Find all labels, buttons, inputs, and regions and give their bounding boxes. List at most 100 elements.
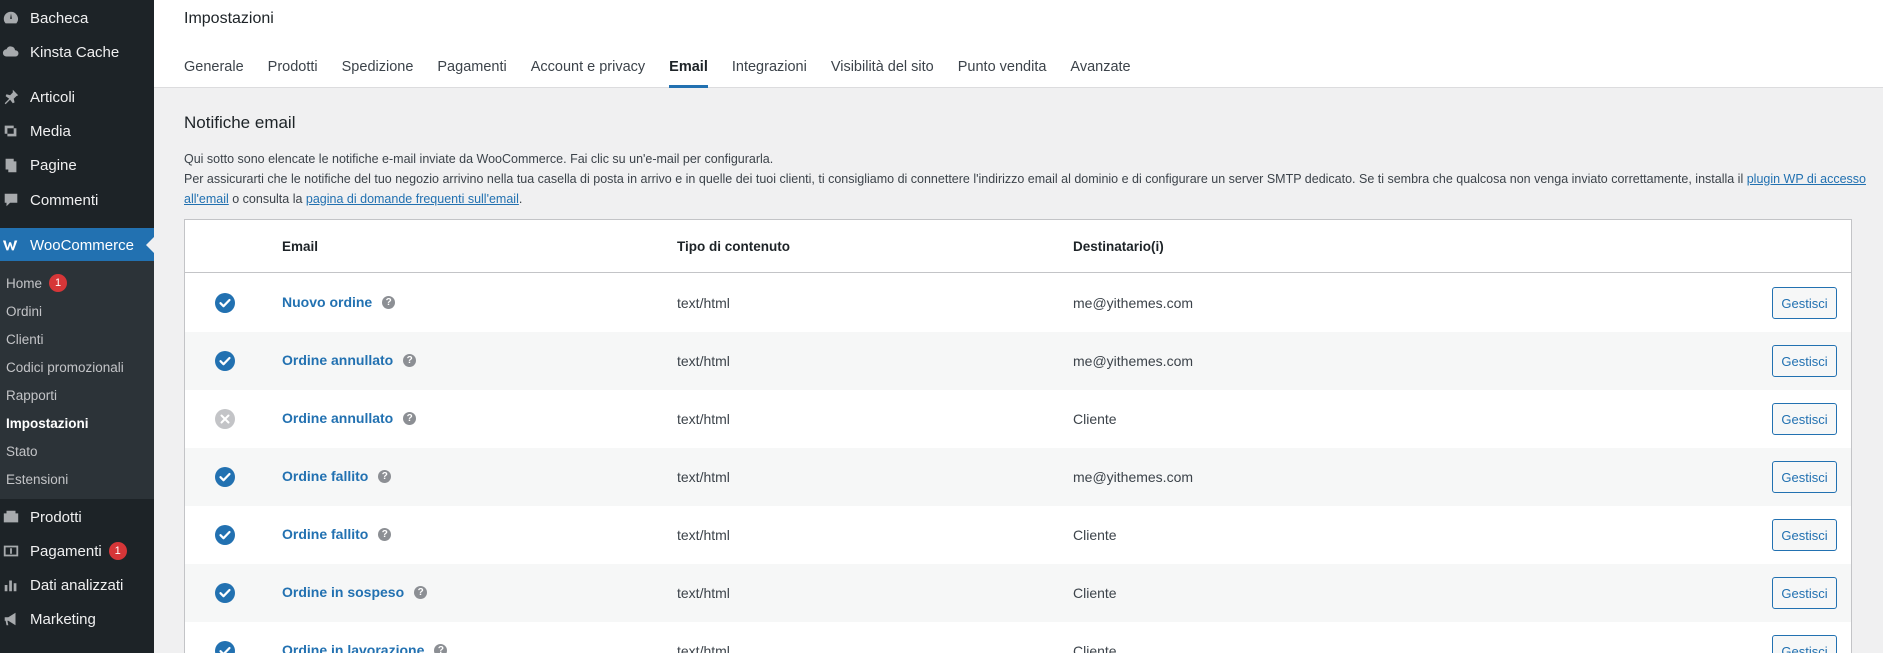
disabled-x-icon [215, 409, 235, 429]
manage-button[interactable]: Gestisci [1772, 519, 1837, 551]
admin-sidebar: Bacheca Kinsta Cache Articoli Media Pagi… [0, 0, 154, 653]
sidebar-item-commenti[interactable]: Commenti [0, 183, 154, 217]
description-text: . [518, 192, 523, 206]
content-type-cell: text/html [677, 353, 730, 369]
manage-button[interactable]: Gestisci [1772, 635, 1837, 653]
manage-button[interactable]: Gestisci [1772, 577, 1837, 609]
section-title: Notifiche email [184, 113, 296, 132]
content-type-cell: text/html [677, 585, 730, 601]
media-icon [0, 122, 30, 140]
email-faq-link[interactable]: pagina di domande frequenti sull'email [306, 192, 519, 206]
email-name-link[interactable]: Ordine annullato? [282, 352, 417, 368]
sidebar-item-articoli[interactable]: Articoli [0, 80, 154, 114]
payments-icon [0, 542, 30, 560]
help-icon[interactable]: ? [434, 643, 448, 653]
column-header-type: Tipo di contenuto [677, 239, 790, 254]
content-type-cell: text/html [677, 411, 730, 427]
tab-avanzate[interactable]: Avanzate [1070, 59, 1130, 88]
help-icon[interactable]: ? [382, 295, 396, 309]
products-icon [0, 508, 30, 526]
help-icon[interactable]: ? [403, 411, 417, 425]
sidebar-item-bacheca[interactable]: Bacheca [0, 1, 154, 35]
description-line: Qui sotto sono elencate le notifiche e-m… [184, 152, 774, 166]
manage-button[interactable]: Gestisci [1772, 461, 1837, 493]
email-name-text: Ordine annullato [282, 410, 394, 426]
table-row: Ordine in sospeso? text/html Cliente Gestis… [185, 564, 1851, 622]
description-text: o consulta la [228, 192, 306, 206]
submenu-item-ordini[interactable]: Ordini [6, 300, 42, 322]
tab-email[interactable]: Email [669, 59, 708, 88]
tab-spedizione[interactable]: Spedizione [342, 59, 414, 88]
notification-badge: 1 [108, 542, 127, 560]
tab-prodotti[interactable]: Prodotti [268, 59, 318, 88]
email-name-link[interactable]: Ordine in sospeso? [282, 584, 428, 600]
submenu-item-codici-promozionali[interactable]: Codici promozionali [6, 356, 124, 378]
sidebar-item-dati-analizzati[interactable]: Dati analizzati [0, 568, 154, 602]
table-row: Ordine fallito? text/html Cliente Gestisci [185, 506, 1851, 564]
tab-pagamenti[interactable]: Pagamenti [437, 59, 506, 88]
email-name-text: Ordine in sospeso [282, 584, 405, 600]
enabled-check-icon [215, 293, 235, 313]
email-name-text: Ordine annullato [282, 352, 394, 368]
table-header: Email Tipo di contenuto Destinatario(i) [185, 220, 1851, 273]
help-icon[interactable]: ? [414, 585, 428, 599]
table-row: Ordine fallito? text/html me@yithemes.com G… [185, 448, 1851, 506]
tab-account-privacy[interactable]: Account e privacy [531, 59, 645, 88]
help-icon[interactable]: ? [378, 527, 392, 541]
submenu-item-impostazioni[interactable]: Impostazioni [6, 412, 89, 434]
submenu-item-estensioni[interactable]: Estensioni [6, 468, 68, 490]
tab-generale[interactable]: Generale [184, 59, 244, 88]
settings-header: Impostazioni Generale Prodotti Spedizion… [154, 0, 1883, 88]
recipient-cell: me@yithemes.com [1073, 353, 1194, 369]
submenu-item-label: Home [6, 275, 43, 291]
manage-button[interactable]: Gestisci [1772, 403, 1837, 435]
analytics-icon [0, 576, 30, 594]
email-name-text: Ordine fallito [282, 526, 369, 542]
dashboard-icon [0, 9, 30, 27]
help-icon[interactable]: ? [403, 353, 417, 367]
settings-tabs: Generale Prodotti Spedizione Pagamenti A… [184, 59, 1155, 88]
submenu-item-stato[interactable]: Stato [6, 440, 38, 462]
sidebar-item-label: Kinsta Cache [30, 43, 120, 61]
table-row: Ordine annullato? text/html me@yithemes.co… [185, 332, 1851, 390]
tab-punto-vendita[interactable]: Punto vendita [958, 59, 1047, 88]
content-type-cell: text/html [677, 527, 730, 543]
sidebar-item-pagamenti[interactable]: Pagamenti 1 [0, 534, 154, 568]
sidebar-item-kinsta-cache[interactable]: Kinsta Cache [0, 35, 154, 69]
email-name-link[interactable]: Ordine in lavorazione? [282, 642, 448, 653]
email-name-link[interactable]: Ordine annullato? [282, 410, 417, 426]
tab-visibilita-sito[interactable]: Visibilità del sito [831, 59, 934, 88]
sidebar-item-label: Media [30, 122, 71, 140]
email-name-text: Nuovo ordine [282, 294, 373, 310]
submenu-item-label: Rapporti [6, 387, 58, 403]
woocommerce-submenu: Home 1 Ordini Clienti Codici promozional… [0, 261, 154, 499]
submenu-item-rapporti[interactable]: Rapporti [6, 384, 57, 406]
manage-button[interactable]: Gestisci [1772, 287, 1837, 319]
tab-integrazioni[interactable]: Integrazioni [732, 59, 807, 88]
column-header-recipient: Destinatario(i) [1073, 239, 1164, 254]
comments-icon [0, 191, 30, 209]
cloud-icon [0, 43, 30, 61]
pages-icon [0, 156, 30, 174]
submenu-item-label: Impostazioni [6, 415, 89, 431]
sidebar-item-marketing[interactable]: Marketing [0, 602, 154, 636]
email-name-link[interactable]: Ordine fallito? [282, 468, 392, 484]
email-name-link[interactable]: Ordine fallito? [282, 526, 392, 542]
manage-button[interactable]: Gestisci [1772, 345, 1837, 377]
sidebar-item-label: WooCommerce [30, 236, 134, 254]
sidebar-item-prodotti[interactable]: Prodotti [0, 500, 154, 534]
help-icon[interactable]: ? [378, 469, 392, 483]
recipient-cell: Cliente [1073, 411, 1117, 427]
recipient-cell: Cliente [1073, 527, 1117, 543]
recipient-cell: Cliente [1073, 585, 1117, 601]
megaphone-icon [0, 610, 30, 628]
enabled-check-icon [215, 583, 235, 603]
sidebar-item-media[interactable]: Media [0, 114, 154, 148]
email-name-link[interactable]: Nuovo ordine? [282, 294, 396, 310]
sidebar-item-woocommerce[interactable]: WooCommerce [0, 228, 154, 262]
pin-icon [0, 88, 30, 106]
sidebar-item-label: Commenti [30, 191, 99, 209]
submenu-item-home[interactable]: Home 1 [6, 272, 68, 294]
sidebar-item-pagine[interactable]: Pagine [0, 148, 154, 182]
submenu-item-clienti[interactable]: Clienti [6, 328, 44, 350]
